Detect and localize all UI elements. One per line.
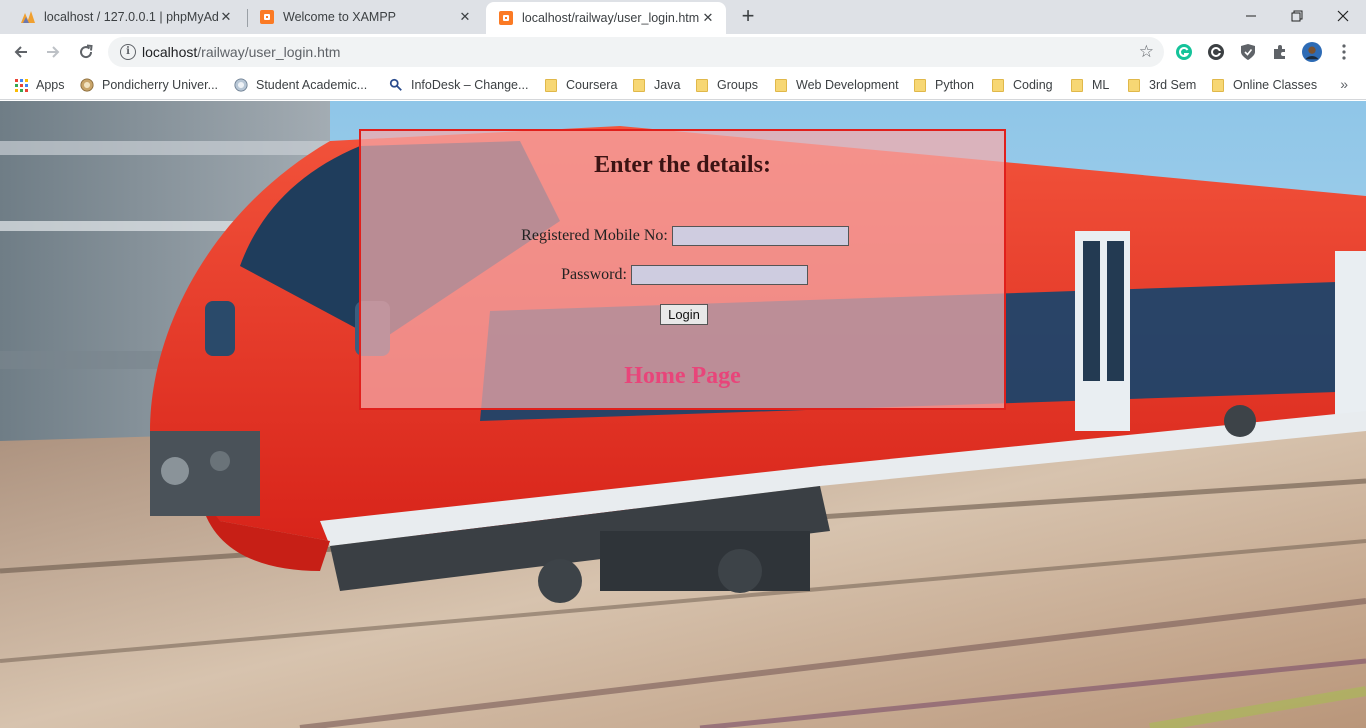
bookmark-folder-java[interactable]: Java — [632, 75, 680, 95]
bookmark-folder-coursera[interactable]: Coursera — [544, 75, 617, 95]
tab-title: localhost/railway/user_login.htm — [522, 11, 700, 25]
bookmark-label: Groups — [717, 78, 758, 92]
bookmark-label: Java — [654, 78, 681, 92]
bookmark-folder-online-classes[interactable]: Online Classes — [1211, 75, 1317, 95]
more-bookmarks-chevron-icon[interactable]: » — [1340, 76, 1348, 92]
bookmark-label: Online Classes — [1233, 78, 1318, 92]
bookmark-folder-python[interactable]: Python — [913, 75, 974, 95]
infodesk-icon — [389, 78, 403, 92]
folder-icon — [991, 78, 1005, 92]
folder-icon — [1211, 78, 1225, 92]
xampp-icon — [259, 9, 275, 25]
close-window-button[interactable] — [1320, 0, 1366, 32]
address-bar[interactable]: i localhost/railway/user_login.htm ☆ — [108, 37, 1164, 67]
folder-icon — [695, 78, 709, 92]
extension-c-icon[interactable] — [1206, 42, 1226, 62]
menu-kebab-icon[interactable] — [1334, 42, 1354, 62]
tab-xampp[interactable]: Welcome to XAMPP ✕ — [243, 0, 483, 34]
restore-button[interactable] — [1274, 0, 1320, 32]
university-seal-icon — [234, 78, 248, 92]
tab-title: Welcome to XAMPP — [283, 10, 397, 24]
bookmark-pondicherry[interactable]: Pondicherry Univer... — [80, 75, 218, 95]
bookmark-label: ML — [1092, 78, 1110, 92]
profile-avatar[interactable] — [1302, 42, 1322, 62]
bookmark-folder-ml[interactable]: ML — [1070, 75, 1109, 95]
url-text[interactable]: localhost/railway/user_login.htm — [142, 44, 340, 60]
grammarly-icon[interactable] — [1174, 42, 1194, 62]
reload-button[interactable] — [74, 40, 98, 64]
folder-icon — [1127, 78, 1141, 92]
shield-icon[interactable] — [1238, 42, 1258, 62]
back-button[interactable] — [9, 40, 33, 64]
bookmark-student-academic[interactable]: Student Academic... — [234, 75, 367, 95]
password-input[interactable] — [630, 265, 808, 285]
phpmyadmin-icon — [20, 9, 36, 25]
folder-icon — [913, 78, 927, 92]
tab-strip: localhost / 127.0.0.1 | phpMyAdmin ✕ Wel… — [0, 0, 1366, 34]
browser-toolbar: i localhost/railway/user_login.htm ☆ — [0, 34, 1366, 70]
minimize-button[interactable] — [1228, 0, 1274, 32]
login-heading: Enter the details: — [594, 152, 771, 178]
bookmark-label: Coding — [1013, 78, 1053, 92]
folder-icon — [632, 78, 646, 92]
bookmark-label: Pondicherry Univer... — [102, 78, 219, 92]
close-icon[interactable]: ✕ — [218, 9, 234, 25]
tab-phpmyadmin[interactable]: localhost / 127.0.0.1 | phpMyAdmin ✕ — [4, 0, 244, 34]
password-label: Password: — [561, 266, 627, 283]
close-icon[interactable]: ✕ — [700, 10, 716, 26]
xampp-icon — [498, 10, 514, 26]
page-viewport: Enter the details: Registered Mobile No:… — [0, 101, 1366, 728]
mobile-label: Registered Mobile No: — [521, 227, 668, 244]
tab-user-login[interactable]: localhost/railway/user_login.htm ✕ — [486, 2, 726, 34]
bookmarks-bar: Apps Pondicherry Univer... Student Acade… — [0, 70, 1366, 100]
login-panel: Enter the details: Registered Mobile No:… — [359, 129, 1006, 410]
forward-button[interactable] — [41, 40, 65, 64]
bookmark-apps[interactable]: Apps — [14, 75, 65, 95]
bookmark-label: Apps — [36, 78, 65, 92]
extensions-puzzle-icon[interactable] — [1270, 42, 1290, 62]
tab-title: localhost / 127.0.0.1 | phpMyAdmin — [44, 10, 218, 24]
mobile-row: Registered Mobile No: — [361, 226, 1004, 246]
bookmark-label: InfoDesk – Change... — [411, 78, 529, 92]
bookmark-folder-groups[interactable]: Groups — [695, 75, 758, 95]
mobile-number-input[interactable] — [671, 226, 849, 246]
bookmark-label: Coursera — [566, 78, 618, 92]
bookmark-folder-coding[interactable]: Coding — [991, 75, 1053, 95]
folder-icon — [774, 78, 788, 92]
folder-icon — [1070, 78, 1084, 92]
bookmark-label: Student Academic... — [256, 78, 368, 92]
home-page-link[interactable]: Home Page — [361, 363, 1004, 390]
university-seal-icon — [80, 78, 94, 92]
folder-icon — [544, 78, 558, 92]
bookmark-label: Python — [935, 78, 974, 92]
password-row: Password: — [361, 265, 1004, 285]
apps-grid-icon — [14, 78, 28, 92]
close-icon[interactable]: ✕ — [457, 9, 473, 25]
bookmark-label: Web Development — [796, 78, 899, 92]
back-arrow-icon — [14, 46, 27, 58]
bookmark-folder-web-development[interactable]: Web Development — [774, 75, 899, 95]
info-icon[interactable]: i — [120, 44, 136, 60]
bookmark-infodesk[interactable]: InfoDesk – Change... — [389, 75, 528, 95]
new-tab-button[interactable]: + — [737, 5, 759, 27]
bookmark-folder-3rd-sem[interactable]: 3rd Sem — [1127, 75, 1196, 95]
bookmark-star-icon[interactable]: ☆ — [1139, 42, 1154, 62]
forward-arrow-icon — [47, 46, 60, 58]
reload-icon — [80, 44, 93, 59]
bookmark-label: 3rd Sem — [1149, 78, 1197, 92]
login-button[interactable]: Login — [660, 304, 708, 325]
